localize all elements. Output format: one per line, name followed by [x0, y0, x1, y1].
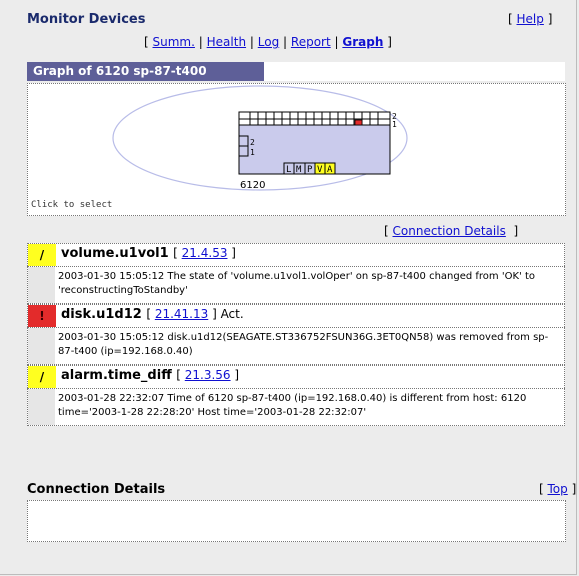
alarm-title: disk.u1d12 [ 21.41.13 ] Act.: [61, 307, 244, 322]
click-to-select-hint: Click to select: [31, 200, 113, 210]
graph-title-bar: Graph of 6120 sp-87-t400: [27, 62, 565, 81]
nav-bracket-close: ]: [387, 35, 392, 49]
alarm-message-row: 2003-01-30 15:05:12 disk.u1d12(SEAGATE.S…: [27, 327, 565, 365]
nav-summary-link[interactable]: Summ.: [153, 35, 195, 49]
port-V-label: V: [317, 165, 323, 175]
device-label: 6120: [240, 180, 265, 191]
nav-report-link[interactable]: Report: [291, 35, 331, 49]
bracket-close: ]: [547, 12, 553, 26]
connection-details-panel: [27, 500, 566, 542]
nav-bar: [ Summ. | Health | Log | Report | Graph …: [144, 35, 392, 49]
row-label-right-bottom: 1: [392, 120, 397, 129]
port-L-label: L: [286, 165, 291, 175]
nav-separator: |: [283, 35, 288, 49]
alarm-list: / volume.u1vol1 [ 21.4.53 ] 2003-01-30 1…: [27, 243, 565, 426]
critical-severity-icon: !: [28, 305, 56, 327]
page-title: Monitor Devices: [27, 12, 146, 27]
row-label-left-top: 2: [250, 138, 255, 147]
bracket-close: ]: [571, 482, 577, 496]
connection-details-link-group: [ Connection Details ]: [384, 224, 518, 238]
alarm-message: 2003-01-28 22:32:07 Time of 6120 sp-87-t…: [58, 393, 527, 418]
alarm-message-row: 2003-01-30 15:05:12 The state of 'volume…: [27, 266, 565, 304]
alarm-gutter: [28, 389, 55, 425]
failed-disk-marker[interactable]: [354, 119, 363, 126]
port-M-label: M: [296, 165, 302, 175]
row-label-left-bottom: 1: [250, 148, 255, 157]
alarm-title: alarm.time_diff [ 21.3.56 ]: [61, 368, 240, 383]
top-link[interactable]: Top: [548, 482, 568, 496]
nav-bracket-open: [: [144, 35, 149, 49]
alarm-message-row: 2003-01-28 22:32:07 Time of 6120 sp-87-t…: [27, 388, 565, 426]
nav-separator: |: [198, 35, 203, 49]
nav-separator: |: [249, 35, 254, 49]
alarm-name: disk.u1d12: [61, 307, 142, 322]
minor-severity-icon: /: [28, 366, 56, 388]
alarm-action[interactable]: Act.: [221, 307, 244, 321]
minor-severity-icon: /: [28, 244, 56, 266]
connection-details-title: Connection Details: [27, 482, 166, 497]
device-graph[interactable]: 2 1 2 1 L M P V A 6120: [28, 84, 565, 215]
help-link-group: [ Help ]: [508, 12, 552, 26]
alarm-code-link[interactable]: 21.4.53: [182, 246, 228, 260]
port-P-label: P: [307, 165, 313, 175]
nav-separator: |: [334, 35, 339, 49]
nav-log-link[interactable]: Log: [258, 35, 279, 49]
nav-health-link[interactable]: Health: [207, 35, 246, 49]
bracket-open: [: [508, 12, 513, 26]
nav-graph-link[interactable]: Graph: [342, 35, 383, 49]
port-A-label: A: [327, 165, 333, 175]
alarm-title: volume.u1vol1 [ 21.4.53 ]: [61, 246, 236, 261]
graph-title: Graph of 6120 sp-87-t400: [27, 62, 264, 81]
alarm-gutter: [28, 267, 55, 303]
bracket-close: ]: [513, 224, 519, 238]
top-link-group: [ Top ]: [539, 482, 576, 496]
connection-details-link[interactable]: Connection Details: [393, 224, 506, 238]
alarm-gutter: [28, 328, 55, 364]
bracket-open: [: [539, 482, 544, 496]
alarm-code-link[interactable]: 21.3.56: [185, 368, 231, 382]
alarm-row: ! disk.u1d12 [ 21.41.13 ] Act.: [27, 304, 565, 327]
alarm-message: 2003-01-30 15:05:12 The state of 'volume…: [58, 271, 535, 296]
left-slots: [238, 135, 249, 157]
alarm-message: 2003-01-30 15:05:12 disk.u1d12(SEAGATE.S…: [58, 332, 549, 357]
alarm-row: / volume.u1vol1 [ 21.4.53 ]: [27, 243, 565, 266]
alarm-name: volume.u1vol1: [61, 246, 169, 261]
alarm-name: alarm.time_diff: [61, 368, 172, 383]
graph-panel[interactable]: 2 1 2 1 L M P V A 6120 Click to select: [27, 83, 566, 216]
help-link[interactable]: Help: [517, 12, 544, 26]
alarm-code-link[interactable]: 21.41.13: [155, 307, 208, 321]
bracket-open: [: [384, 224, 389, 238]
alarm-row: / alarm.time_diff [ 21.3.56 ]: [27, 365, 565, 388]
